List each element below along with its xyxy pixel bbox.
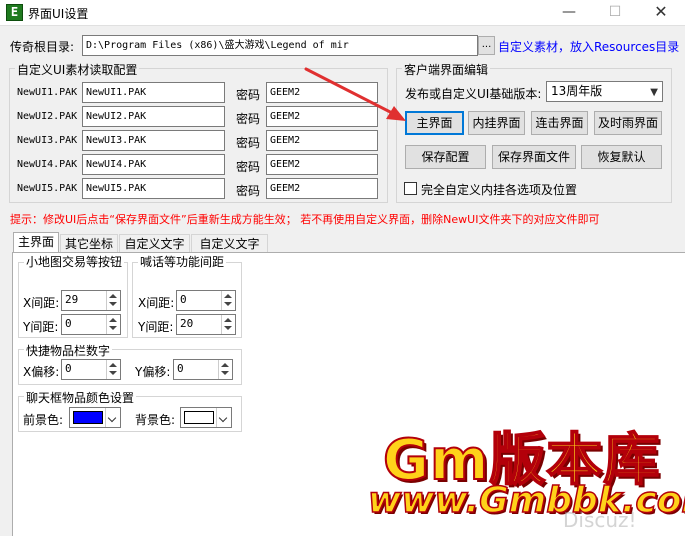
chat-color-group-title: 聊天框物品颜色设置 xyxy=(24,389,137,406)
browse-button[interactable]: ... xyxy=(478,36,495,55)
shout-x-value: 0 xyxy=(180,293,187,306)
pak-file-input-5[interactable]: NewUI5.PAK xyxy=(82,178,225,199)
version-select[interactable]: 13周年版 ▼ xyxy=(546,81,663,102)
hint-text: 提示：修改UI后点击“保存界面文件”后重新生成方能生效； 若不再使用自定义界面，… xyxy=(10,213,600,226)
pak-file-input-4[interactable]: NewUI4.PAK xyxy=(82,154,225,175)
minimap-x-value: 29 xyxy=(65,293,79,306)
spinner-arrows-icon[interactable] xyxy=(106,291,120,310)
pak-file-input-1[interactable]: NewUI1.PAK xyxy=(82,82,225,103)
watermark-discuz: Discuz! xyxy=(563,508,637,532)
chevron-down-icon[interactable] xyxy=(216,408,231,427)
plugin-ui-button[interactable]: 内挂界面 xyxy=(468,111,525,135)
quickbar-x-value: 0 xyxy=(65,362,72,375)
maximize-button[interactable]: ☐ xyxy=(592,0,638,26)
spinner-arrows-icon[interactable] xyxy=(221,291,235,310)
rain-ui-button[interactable]: 及时雨界面 xyxy=(594,111,662,135)
spinner-arrows-icon[interactable] xyxy=(218,360,232,379)
quickbar-x-spinner[interactable]: 0 xyxy=(61,359,121,380)
pak-label-3: NewUI3.PAK xyxy=(17,135,78,146)
window-title: 界面UI设置 xyxy=(28,7,89,21)
pak-label-5: NewUI5.PAK xyxy=(17,183,78,194)
root-path-input[interactable]: D:\Program Files (x86)\盛大游戏\Legend of mi… xyxy=(82,35,478,56)
pak-label-4: NewUI4.PAK xyxy=(17,159,78,170)
foreground-color-swatch xyxy=(73,411,103,424)
client-editor-title: 客户端界面编辑 xyxy=(402,61,491,78)
tab-custom-text[interactable]: 自定义文字 xyxy=(119,234,190,254)
version-label: 发布或自定义UI基础版本: xyxy=(405,87,542,101)
minimap-x-label: X间距: xyxy=(23,296,60,310)
password-input-1[interactable]: GEEM2 xyxy=(266,82,378,103)
minimap-y-value: 0 xyxy=(65,317,72,330)
quickbar-y-value: 0 xyxy=(177,362,184,375)
spinner-arrows-icon[interactable] xyxy=(106,315,120,334)
quickbar-x-label: X偏移: xyxy=(23,365,60,379)
save-ui-file-button[interactable]: 保存界面文件 xyxy=(492,145,576,169)
pak-label-1: NewUI1.PAK xyxy=(17,87,78,98)
spinner-arrows-icon[interactable] xyxy=(221,315,235,334)
tab-other-coords[interactable]: 其它坐标 xyxy=(60,234,118,254)
shout-y-spinner[interactable]: 20 xyxy=(176,314,236,335)
foreground-color-picker[interactable] xyxy=(69,407,121,428)
title-bar: E 界面UI设置 — ☐ ✕ xyxy=(0,0,685,26)
password-input-5[interactable]: GEEM2 xyxy=(266,178,378,199)
password-label-2: 密码 xyxy=(236,112,261,126)
app-icon: E xyxy=(6,4,23,21)
minimap-x-spinner[interactable]: 29 xyxy=(61,290,121,311)
restore-default-button[interactable]: 恢复默认 xyxy=(581,145,662,169)
shout-x-label: X间距: xyxy=(138,296,175,310)
main-ui-button[interactable]: 主界面 xyxy=(405,111,464,135)
chevron-down-icon: ▼ xyxy=(650,87,658,98)
foreground-color-label: 前景色: xyxy=(23,413,64,427)
tab-main[interactable]: 主界面 xyxy=(13,232,59,254)
shout-y-label: Y间距: xyxy=(138,320,174,334)
quickbar-y-spinner[interactable]: 0 xyxy=(173,359,233,380)
tab-custom-text-2[interactable]: 自定义文字2 xyxy=(191,234,268,269)
root-path-label: 传奇根目录: xyxy=(10,40,75,54)
minimap-y-label: Y间距: xyxy=(23,320,59,334)
pak-file-input-3[interactable]: NewUI3.PAK xyxy=(82,130,225,151)
quickbar-group-title: 快捷物品栏数字 xyxy=(24,342,113,359)
save-config-button[interactable]: 保存配置 xyxy=(405,145,486,169)
password-input-3[interactable]: GEEM2 xyxy=(266,130,378,151)
minimap-y-spinner[interactable]: 0 xyxy=(61,314,121,335)
password-input-2[interactable]: GEEM2 xyxy=(266,106,378,127)
combo-ui-button[interactable]: 连击界面 xyxy=(531,111,588,135)
password-label-4: 密码 xyxy=(236,160,261,174)
shout-x-spinner[interactable]: 0 xyxy=(176,290,236,311)
password-label-1: 密码 xyxy=(236,88,261,102)
chevron-down-icon[interactable] xyxy=(105,408,120,427)
minimize-button[interactable]: — xyxy=(546,0,592,26)
custom-plugin-checkbox[interactable] xyxy=(404,182,417,195)
close-button[interactable]: ✕ xyxy=(638,0,684,26)
material-config-title: 自定义UI素材读取配置 xyxy=(15,61,140,78)
background-color-picker[interactable] xyxy=(180,407,232,428)
version-select-value: 13周年版 xyxy=(551,84,603,98)
minimap-group-title: 小地图交易等按钮 xyxy=(24,253,125,270)
pak-file-input-2[interactable]: NewUI2.PAK xyxy=(82,106,225,127)
password-input-4[interactable]: GEEM2 xyxy=(266,154,378,175)
quickbar-y-label: Y偏移: xyxy=(135,365,171,379)
pak-label-2: NewUI2.PAK xyxy=(17,111,78,122)
password-label-5: 密码 xyxy=(236,184,261,198)
resources-link[interactable]: 自定义素材，放入Resources目录 xyxy=(498,38,679,55)
spinner-arrows-icon[interactable] xyxy=(106,360,120,379)
shout-y-value: 20 xyxy=(180,317,194,330)
shout-group-title: 喊话等功能间距 xyxy=(138,253,227,270)
watermark-url: www.Gmbbk.com xyxy=(367,479,685,522)
custom-plugin-checkbox-label: 完全自定义内挂各选项及位置 xyxy=(421,183,578,197)
background-color-label: 背景色: xyxy=(135,413,176,427)
background-color-swatch xyxy=(184,411,214,424)
password-label-3: 密码 xyxy=(236,136,261,150)
